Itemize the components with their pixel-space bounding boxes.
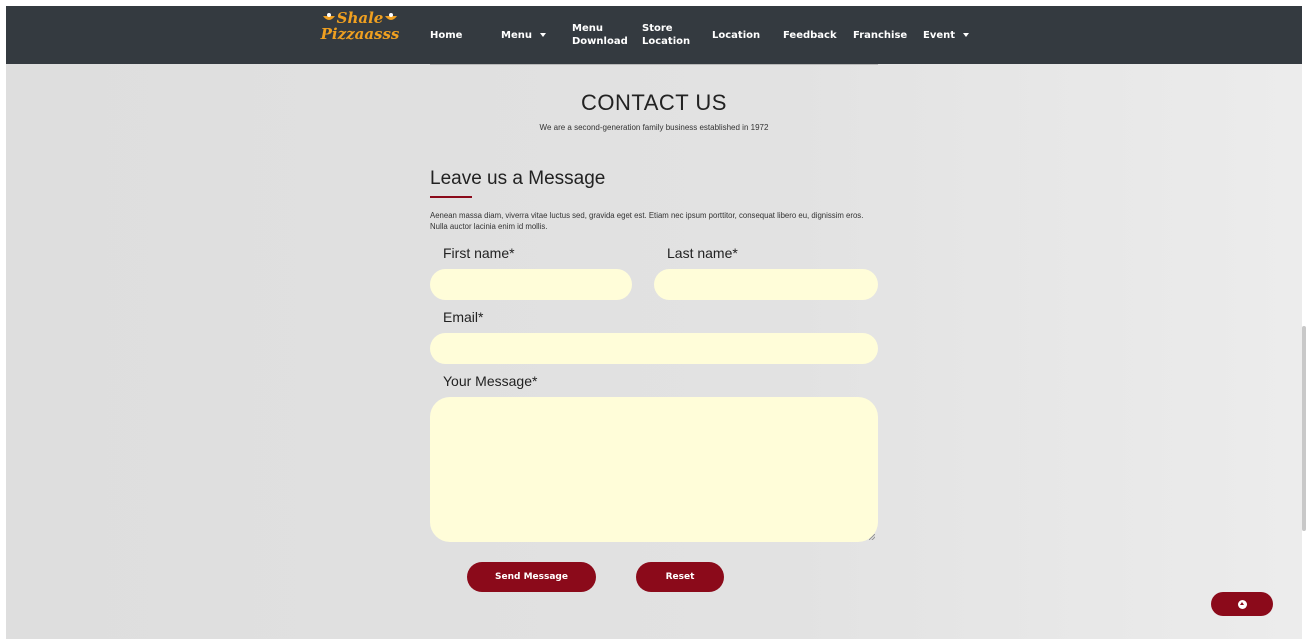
nav-location-label: Location	[712, 29, 761, 41]
nav-franchise-label: Franchise	[853, 29, 908, 41]
first-name-input[interactable]	[430, 269, 632, 300]
nav-event[interactable]: Event	[923, 6, 970, 64]
nav-store-location-line1: Store	[642, 23, 673, 34]
nav-feedback-label: Feedback	[783, 29, 837, 41]
nav-location[interactable]: Location	[712, 6, 760, 64]
last-name-label: Last name*	[667, 245, 738, 261]
nav-menu-label: Menu	[501, 29, 532, 41]
scrollbar-thumb[interactable]	[1302, 326, 1306, 531]
email-label: Email*	[443, 309, 484, 325]
nav-menu-download[interactable]: Menu Download	[572, 6, 628, 64]
nav-event-label: Event	[923, 29, 956, 41]
last-name-input[interactable]	[654, 269, 878, 300]
nav-store-location[interactable]: Store Location	[642, 6, 690, 64]
heading-underline	[430, 196, 472, 198]
brand-name-line1: Shale	[336, 9, 384, 27]
nav-feedback[interactable]: Feedback	[783, 6, 837, 64]
divider	[430, 64, 878, 65]
first-name-label: First name*	[443, 245, 515, 261]
send-message-button[interactable]: Send Message	[467, 562, 596, 592]
chevron-down-icon	[539, 33, 546, 37]
nav-home[interactable]: Home	[430, 6, 462, 64]
nav-store-location-line2: Location	[642, 36, 691, 47]
form-heading: Leave us a Message	[430, 168, 606, 189]
brand-logo[interactable]: Shale Pizzaasss	[320, 10, 400, 58]
arrow-up-circle-icon	[1237, 599, 1247, 609]
nav-menu[interactable]: Menu	[501, 6, 546, 64]
nav-franchise[interactable]: Franchise	[853, 6, 907, 64]
page-title: CONTACT US	[581, 90, 727, 115]
nav-home-label: Home	[430, 29, 463, 41]
page-subtitle: We are a second-generation family busine…	[539, 123, 769, 132]
email-input[interactable]	[430, 333, 878, 364]
reset-button[interactable]: Reset	[636, 562, 724, 592]
message-label: Your Message*	[443, 373, 538, 389]
scroll-to-top-button[interactable]	[1211, 592, 1273, 616]
nav-menu-download-line2: Download	[572, 36, 628, 47]
brand-name-line2: Pizzaasss	[320, 25, 400, 43]
navbar: Shale Pizzaasss Home Menu Menu Download …	[6, 6, 1302, 64]
chevron-down-icon	[963, 33, 970, 37]
message-textarea[interactable]	[430, 397, 878, 542]
brand-name: Shale Pizzaasss	[320, 10, 400, 42]
form-description: Aenean massa diam, viverra vitae luctus …	[430, 211, 864, 231]
resize-handle-icon[interactable]	[869, 534, 875, 540]
page-frame: Shale Pizzaasss Home Menu Menu Download …	[6, 6, 1302, 639]
nav-menu-download-line1: Menu	[572, 23, 603, 34]
